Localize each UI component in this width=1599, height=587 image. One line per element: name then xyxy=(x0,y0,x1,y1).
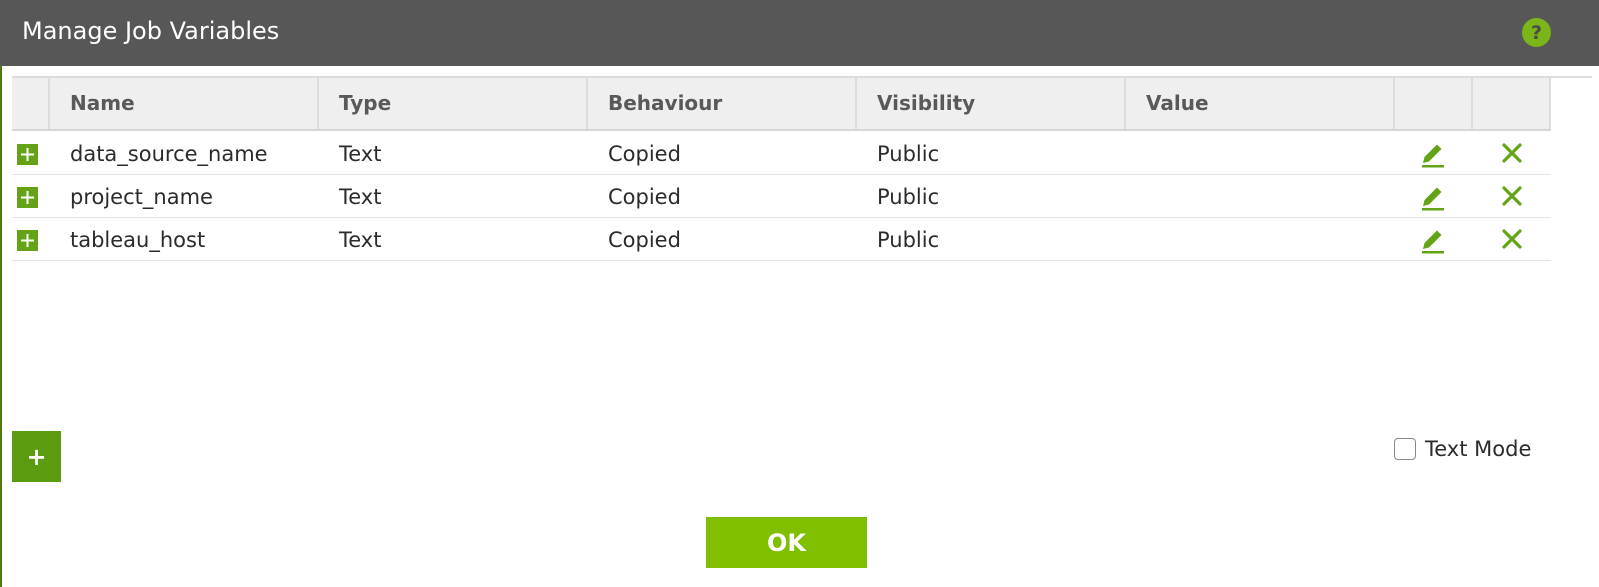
column-header-edit xyxy=(1395,78,1473,129)
table-row: project_name Text Copied Public xyxy=(12,175,1551,218)
cell-behaviour: Copied xyxy=(608,142,681,166)
column-header-value[interactable]: Value xyxy=(1126,78,1395,129)
cell-behaviour: Copied xyxy=(608,185,681,209)
cell-type: Text xyxy=(339,228,382,252)
cell-value xyxy=(1126,175,1146,217)
cell-name: data_source_name xyxy=(70,142,268,166)
cell-visibility: Public xyxy=(877,142,940,166)
table-row: data_source_name Text Copied Public xyxy=(12,132,1551,175)
delete-x-icon[interactable] xyxy=(1500,227,1524,251)
expand-row-icon[interactable] xyxy=(17,187,38,208)
delete-x-icon[interactable] xyxy=(1500,184,1524,208)
cell-value xyxy=(1126,218,1146,260)
table-header-gap xyxy=(1551,76,1592,131)
column-header-expand xyxy=(12,78,50,129)
edit-pencil-icon[interactable] xyxy=(1418,226,1448,256)
text-mode-label: Text Mode xyxy=(1425,437,1532,461)
table-header: Name Type Behaviour Visibility Value xyxy=(12,76,1551,131)
cell-name: tableau_host xyxy=(70,228,206,252)
column-header-behaviour[interactable]: Behaviour xyxy=(588,78,857,129)
cell-name: project_name xyxy=(70,185,213,209)
cell-value xyxy=(1126,132,1146,174)
text-mode-checkbox[interactable] xyxy=(1394,438,1416,460)
column-header-name[interactable]: Name xyxy=(50,78,319,129)
expand-row-icon[interactable] xyxy=(17,230,38,251)
dialog-title: Manage Job Variables xyxy=(22,17,280,45)
add-variable-button[interactable]: + xyxy=(12,431,61,482)
delete-x-icon[interactable] xyxy=(1500,141,1524,165)
dialog-titlebar: Manage Job Variables ? xyxy=(0,0,1599,66)
cell-visibility: Public xyxy=(877,228,940,252)
column-header-visibility[interactable]: Visibility xyxy=(857,78,1126,129)
column-header-delete xyxy=(1473,78,1551,129)
edit-pencil-icon[interactable] xyxy=(1418,183,1448,213)
table-row: tableau_host Text Copied Public xyxy=(12,218,1551,261)
left-edge-accent xyxy=(0,0,2,587)
cell-type: Text xyxy=(339,142,382,166)
manage-job-variables-dialog: Manage Job Variables ? Name Type Behavio… xyxy=(0,0,1599,587)
svg-text:?: ? xyxy=(1531,22,1542,44)
text-mode-toggle[interactable]: Text Mode xyxy=(1394,436,1531,462)
help-icon[interactable]: ? xyxy=(1521,17,1552,48)
cell-type: Text xyxy=(339,185,382,209)
edit-pencil-icon[interactable] xyxy=(1418,140,1448,170)
cell-behaviour: Copied xyxy=(608,228,681,252)
cell-visibility: Public xyxy=(877,185,940,209)
expand-row-icon[interactable] xyxy=(17,144,38,165)
column-header-type[interactable]: Type xyxy=(319,78,588,129)
ok-button[interactable]: OK xyxy=(706,517,867,568)
